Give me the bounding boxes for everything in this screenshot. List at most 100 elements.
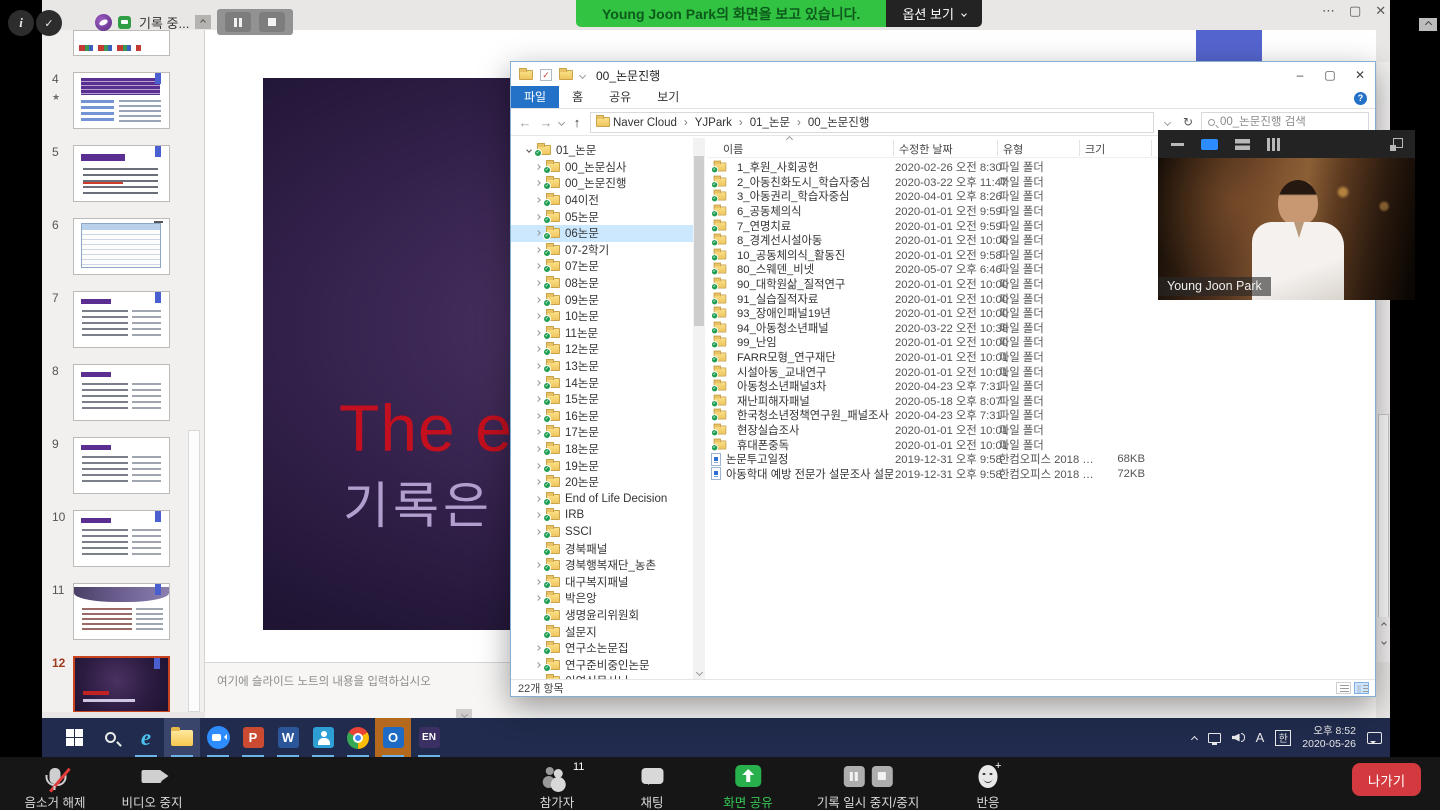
thumbnail-scrollbar[interactable] — [188, 430, 200, 712]
maximize-button[interactable]: ▢ — [1315, 62, 1345, 88]
large-icons-view-icon[interactable] — [1354, 682, 1369, 694]
tree-item[interactable]: ✓ 12논문 — [511, 341, 705, 358]
meeting-info-icon[interactable]: i — [8, 10, 34, 36]
tree-item[interactable]: ✓ 20논문 — [511, 474, 705, 491]
slide-thumbnail[interactable]: 4 ★ — [42, 72, 204, 129]
file-row[interactable]: 아동학대 예방 전문가 설문조사 설문지 2019-12-31 오후 9:58 … — [707, 466, 1373, 481]
tree-item[interactable]: ✓ 05논문 — [511, 208, 705, 225]
column-header-type[interactable]: 유형 — [1003, 141, 1023, 157]
pause-recording-button[interactable] — [225, 12, 251, 32]
breadcrumb-segment[interactable]: 01_논문 — [732, 117, 790, 129]
tree-item[interactable]: ✓ 박은앙 — [511, 590, 705, 607]
file-row[interactable]: ✓ 시설아동_교내연구 2020-01-01 오전 10:01 파일 폴더 — [707, 364, 1373, 379]
chat-button[interactable]: 채팅 — [640, 763, 663, 810]
slide-thumbnail[interactable]: 12 ★ — [42, 656, 204, 712]
taskbar-word-icon[interactable]: W — [270, 718, 306, 757]
tree-item[interactable]: ✓ 13논문 — [511, 358, 705, 375]
tree-item[interactable]: ✓ 08논문 — [511, 275, 705, 292]
tree-item[interactable]: ✓ 18논문 — [511, 441, 705, 458]
next-slide-button[interactable] — [1377, 634, 1391, 649]
leave-meeting-button[interactable]: 나가기 — [1352, 763, 1421, 796]
tree-item[interactable]: ✓ IRB — [511, 507, 705, 524]
refresh-icon[interactable]: ↻ — [1180, 115, 1196, 129]
tree-item[interactable]: ✓ 설문지 — [511, 623, 705, 640]
column-header-size[interactable]: 크기 — [1085, 141, 1105, 157]
view-options-button[interactable]: 옵션 보기 — [886, 0, 981, 27]
ribbon-tab-4[interactable]: 보기 — [644, 86, 692, 108]
restore-window-icon[interactable]: ▢ — [1349, 3, 1361, 19]
popout-video-icon[interactable] — [1393, 138, 1403, 148]
tree-item[interactable]: ✓ 16논문 — [511, 408, 705, 425]
tree-item[interactable]: ✓ 01_논문 — [511, 142, 705, 159]
participant-video[interactable]: Young Joon Park — [1158, 158, 1415, 300]
taskbar-outlook-icon[interactable]: O — [375, 718, 411, 757]
file-row[interactable]: 논문투고일정 2019-12-31 오후 9:58 한컴오피스 2018 … 6… — [707, 452, 1373, 467]
stop-video-button[interactable]: 비디오 중지 — [122, 763, 183, 810]
tree-scrollbar[interactable] — [693, 138, 705, 679]
taskbar-explorer-icon[interactable] — [164, 718, 200, 757]
tree-item[interactable]: ✓ 14논문 — [511, 374, 705, 391]
speaker-icon[interactable] — [1232, 733, 1245, 742]
up-icon[interactable]: ↑ — [569, 115, 585, 130]
security-shield-icon[interactable]: ✓ — [36, 10, 62, 36]
minimize-button[interactable]: – — [1285, 62, 1315, 88]
file-row[interactable]: ✓ 휴대폰중독 2020-01-01 오전 10:01 파일 폴더 — [707, 437, 1373, 452]
participants-button[interactable]: 11 참가자 — [540, 763, 575, 810]
slide-thumbnail[interactable]: 10 ★ — [42, 510, 204, 567]
tree-item[interactable]: ✓ 대구복지패널 — [511, 573, 705, 590]
reactions-button[interactable]: + 반응 — [976, 763, 999, 810]
start-button[interactable] — [56, 718, 92, 757]
tree-item[interactable]: ✓ 연구소논문집 — [511, 640, 705, 657]
minimize-video-icon[interactable] — [1171, 143, 1184, 146]
tree-item[interactable]: ✓ 생명윤리위원회 — [511, 607, 705, 624]
clock[interactable]: 오후 8:52 2020-05-26 — [1302, 725, 1356, 751]
taskbar-chrome-icon[interactable] — [340, 718, 376, 757]
slide-thumbnail[interactable]: 6 ★ — [42, 218, 204, 275]
tree-item[interactable]: ✓ 06논문 — [511, 225, 705, 242]
explorer-titlebar[interactable]: ✓ 00_논문진행 – ▢ ✕ — [511, 62, 1375, 88]
tree-item[interactable]: ✓ 00_논문진행 — [511, 175, 705, 192]
ribbon-tab-3[interactable]: 공유 — [596, 86, 644, 108]
history-dropdown-icon[interactable] — [558, 118, 565, 125]
file-row[interactable]: ✓ 99_난임 2020-01-01 오전 10:00 파일 폴더 — [707, 335, 1373, 350]
file-row[interactable]: ✓ 현장실습조사 2020-01-01 오전 10:01 파일 폴더 — [707, 423, 1373, 438]
address-dropdown-icon[interactable] — [1159, 120, 1175, 125]
slide-thumbnail[interactable]: 5 ★ — [42, 145, 204, 202]
ime-latin-icon[interactable]: A — [1256, 730, 1265, 745]
tree-item[interactable]: ✓ 10논문 — [511, 308, 705, 325]
tree-item[interactable]: ✓ 07논문 — [511, 258, 705, 275]
tree-item[interactable]: ✓ 경북패널 — [511, 540, 705, 557]
tree-item[interactable]: ✓ SSCI — [511, 524, 705, 541]
taskbar-ie-icon[interactable]: e — [128, 718, 164, 757]
help-icon[interactable]: ? — [1354, 92, 1367, 105]
back-icon[interactable]: ← — [517, 115, 533, 130]
details-view-icon[interactable] — [1336, 682, 1351, 694]
slide-thumbnail[interactable]: 11 ★ — [42, 583, 204, 640]
scroll-top-button[interactable] — [1419, 18, 1437, 31]
forward-icon[interactable]: → — [538, 115, 554, 130]
close-window-icon[interactable]: ✕ — [1375, 3, 1386, 19]
close-button[interactable]: ✕ — [1345, 62, 1375, 88]
tree-item[interactable]: ✓ 17논문 — [511, 424, 705, 441]
scroll-down-icon[interactable] — [693, 665, 705, 679]
active-speaker-view-icon[interactable] — [1201, 139, 1218, 150]
tree-item[interactable]: ✓ 11논문 — [511, 325, 705, 342]
tree-item[interactable]: ✓ 00_논문심사 — [511, 159, 705, 176]
previous-slide-button[interactable] — [1377, 617, 1391, 632]
new-folder-icon[interactable] — [559, 70, 573, 80]
taskbar-zoom-icon[interactable] — [200, 718, 236, 757]
file-row[interactable]: ✓ 93_장애인패널19년 2020-01-01 오전 10:00 파일 폴더 — [707, 306, 1373, 321]
network-icon[interactable] — [1208, 733, 1221, 743]
taskbar-endnote-icon[interactable]: EN — [411, 718, 447, 757]
unmute-button[interactable]: 음소거 해제 — [25, 763, 86, 810]
collapse-recording-bar-button[interactable] — [195, 15, 211, 29]
file-row[interactable]: ✓ 한국청소년정책연구원_패널조사 2020-04-23 오후 7:31 파일 … — [707, 408, 1373, 423]
file-row[interactable]: ✓ 재난피해자패널 2020-05-18 오후 8:07 파일 폴더 — [707, 394, 1373, 409]
column-header-date[interactable]: 수정한 날짜 — [899, 141, 953, 157]
ribbon-tab-2[interactable]: 홈 — [559, 86, 596, 108]
stop-recording-button[interactable] — [259, 12, 285, 32]
gallery-view-icon[interactable] — [1267, 138, 1280, 151]
slide-thumbnail[interactable]: 8 ★ — [42, 364, 204, 421]
tray-expand-icon[interactable] — [1192, 729, 1197, 747]
tree-item[interactable]: ✓ 04이전 — [511, 192, 705, 209]
